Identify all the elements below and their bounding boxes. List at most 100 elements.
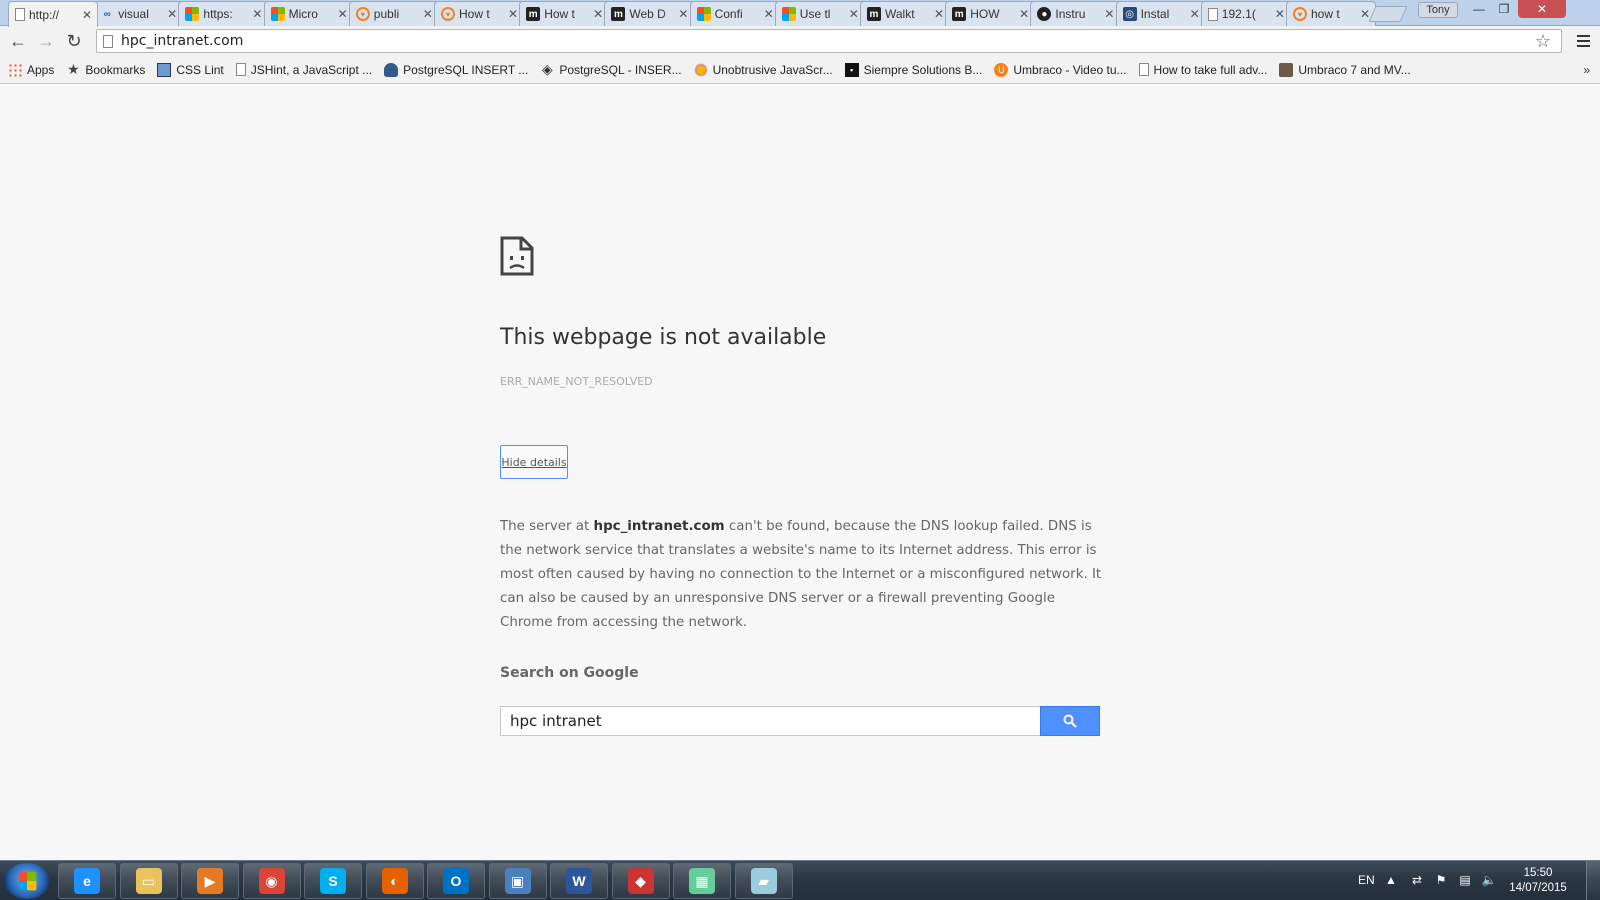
tab-1[interactable]: ∞ visual ✕ xyxy=(93,1,184,26)
google-search-button[interactable] xyxy=(1040,706,1100,736)
close-tab-icon[interactable]: ✕ xyxy=(848,7,860,21)
microsoft-icon xyxy=(781,7,796,21)
bookmark-item[interactable]: How to take full adv... xyxy=(1138,62,1268,77)
tab-7[interactable]: m Web D ✕ xyxy=(604,1,695,26)
close-tab-icon[interactable]: ✕ xyxy=(1189,7,1201,21)
close-window-button[interactable]: ✕ xyxy=(1518,0,1566,18)
address-bar[interactable]: hpc_intranet.com ☆ xyxy=(96,29,1562,53)
hide-details-button[interactable]: Hide details xyxy=(500,445,568,479)
network-tool-icon: ▦ xyxy=(689,868,715,894)
google-search-input[interactable]: hpc intranet xyxy=(500,706,1041,736)
close-tab-icon[interactable]: ✕ xyxy=(677,7,689,21)
maximize-button[interactable]: ❐ xyxy=(1492,0,1516,18)
bookmark-item[interactable]: ◈ PostgreSQL - INSER... xyxy=(540,61,682,77)
tab-15[interactable]: ♥ how t ✕ xyxy=(1286,1,1376,26)
tab-10[interactable]: m Walkt ✕ xyxy=(860,1,950,26)
system-clock[interactable]: 15:50 14/07/2015 xyxy=(1503,866,1573,896)
tab-13[interactable]: ◎ Instal ✕ xyxy=(1115,1,1206,26)
volume-icon[interactable]: 🔈 xyxy=(1482,873,1497,887)
minimize-button[interactable]: — xyxy=(1466,0,1492,18)
internet-explorer-icon: e xyxy=(74,868,100,894)
taskbar-notepad-button[interactable]: ▰ xyxy=(734,863,793,899)
tab-5[interactable]: ♥ How t ✕ xyxy=(434,1,524,26)
chrome-menu-button[interactable] xyxy=(1570,27,1596,55)
close-tab-icon[interactable]: ✕ xyxy=(251,7,263,21)
windows-logo-icon xyxy=(18,871,37,891)
taskbar-media-player-button[interactable]: ▶ xyxy=(181,863,239,899)
bookmarks-overflow-button[interactable]: » xyxy=(1583,63,1590,77)
close-tab-icon[interactable]: ✕ xyxy=(166,7,178,21)
taskbar-word-button[interactable]: W xyxy=(550,863,608,899)
forward-button[interactable]: → xyxy=(32,27,60,55)
tab-12[interactable]: ● Instru ✕ xyxy=(1030,1,1121,26)
close-tab-icon[interactable]: ✕ xyxy=(422,7,434,21)
show-desktop-button[interactable] xyxy=(1586,861,1600,900)
details-suffix: can't be found, because the DNS lookup f… xyxy=(500,519,1102,630)
virtualbox-icon: ◆ xyxy=(627,868,654,894)
close-tab-icon[interactable]: ✕ xyxy=(763,7,775,21)
apps-grid-icon xyxy=(8,62,22,77)
new-tab-button[interactable] xyxy=(1368,6,1408,22)
bookmark-item[interactable]: Unobtrusive JavaScr... xyxy=(693,62,833,77)
tab-11[interactable]: m HOW ✕ xyxy=(945,1,1036,26)
close-tab-icon[interactable]: ✕ xyxy=(81,8,93,22)
show-hidden-icons-button[interactable]: ▲ xyxy=(1384,873,1398,887)
action-center-flag-icon[interactable]: ⚑ xyxy=(1434,873,1448,887)
close-tab-icon[interactable]: ✕ xyxy=(507,7,519,21)
network-icon[interactable]: ▤ xyxy=(1458,873,1472,887)
taskbar-chrome-button[interactable]: ◉ xyxy=(242,863,301,899)
page-icon xyxy=(15,8,25,21)
bookmark-item[interactable]: Apps xyxy=(8,62,54,77)
start-button[interactable] xyxy=(4,863,50,899)
close-tab-icon[interactable]: ✕ xyxy=(1018,7,1030,21)
bookmark-item[interactable]: U Umbraco - Video tu... xyxy=(994,62,1127,77)
taskbar-outlook-button[interactable]: O xyxy=(427,863,485,899)
tab-3[interactable]: Micro ✕ xyxy=(263,1,354,26)
details-prefix: The server at xyxy=(500,519,594,534)
taskbar-server-manager-button[interactable]: ▣ xyxy=(488,863,547,899)
bookmark-item[interactable]: CSS Lint xyxy=(157,62,224,77)
tab-2[interactable]: https: ✕ xyxy=(178,1,269,26)
search-heading: Search on Google xyxy=(500,665,639,681)
error-details-text: The server at hpc_intranet.com can't be … xyxy=(500,515,1110,635)
back-button[interactable]: ← xyxy=(4,27,32,55)
close-tab-icon[interactable]: ✕ xyxy=(933,7,945,21)
bookmark-item[interactable]: PostgreSQL INSERT ... xyxy=(384,62,528,77)
bookmark-item[interactable]: JSHint, a JavaScript ... xyxy=(235,63,372,77)
taskbar-firefox-button[interactable]: ◐ xyxy=(365,863,424,899)
taskbar-file-explorer-button[interactable]: ▭ xyxy=(119,863,178,899)
close-tab-icon[interactable]: ✕ xyxy=(1274,7,1286,21)
address-bar-url[interactable]: hpc_intranet.com xyxy=(121,33,243,49)
tab-4[interactable]: ♥ publi ✕ xyxy=(348,1,439,26)
sync-tray-icon[interactable]: ⇄ xyxy=(1410,873,1424,887)
bookmark-item[interactable]: ★ Bookmarks xyxy=(66,61,145,77)
file-explorer-icon: ▭ xyxy=(135,868,162,894)
close-tab-icon[interactable]: ✕ xyxy=(592,7,604,21)
installer-icon: ◎ xyxy=(1122,7,1137,21)
close-tab-icon[interactable]: ✕ xyxy=(1103,7,1115,21)
close-tab-icon[interactable]: ✕ xyxy=(337,7,349,21)
bookmark-item[interactable]: Umbraco 7 and MV... xyxy=(1279,62,1411,77)
tab-6[interactable]: m How t ✕ xyxy=(519,1,610,26)
taskbar-internet-explorer-button[interactable]: e xyxy=(58,863,116,899)
taskbar-skype-button[interactable]: S xyxy=(304,863,362,899)
tab-14[interactable]: 192.1(✕ xyxy=(1200,1,1291,26)
tab-0[interactable]: http:// ✕ xyxy=(8,1,98,27)
profile-button[interactable]: Tony xyxy=(1418,2,1458,18)
tab-9[interactable]: Use tl ✕ xyxy=(774,1,865,26)
reload-button[interactable]: ↻ xyxy=(60,27,88,55)
bookmark-star-icon[interactable]: ☆ xyxy=(1535,31,1551,52)
page-icon xyxy=(1207,7,1218,21)
stackoverflow-icon: ♥ xyxy=(355,7,370,21)
tab-8[interactable]: Confi ✕ xyxy=(689,1,780,26)
bookmark-item[interactable]: ▪ Siempre Solutions B... xyxy=(844,62,982,77)
taskbar-virtualbox-button[interactable]: ◆ xyxy=(611,863,670,899)
taskbar-network-tool-button[interactable]: ▦ xyxy=(673,863,731,899)
tab-title: Micro xyxy=(288,7,318,21)
language-indicator[interactable]: EN xyxy=(1358,873,1375,887)
microsoft-icon xyxy=(185,7,200,21)
bookmark-label: How to take full adv... xyxy=(1153,62,1268,77)
server-manager-icon: ▣ xyxy=(504,868,531,894)
tab-title: Instal xyxy=(1140,7,1170,21)
media-player-icon: ▶ xyxy=(197,868,223,894)
